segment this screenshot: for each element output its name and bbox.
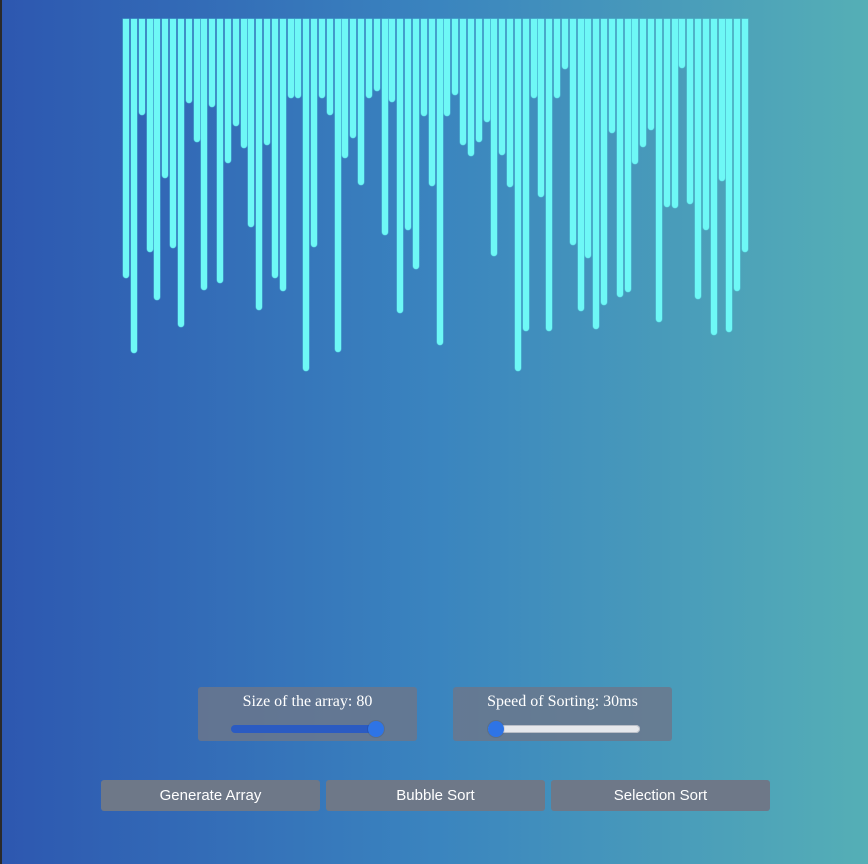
array-bar xyxy=(154,19,161,300)
array-size-value: 80 xyxy=(356,693,373,710)
array-bar xyxy=(342,19,349,158)
array-bar xyxy=(608,19,615,133)
array-bar xyxy=(679,19,686,68)
sort-speed-label-text: Speed of Sorting: xyxy=(487,693,600,710)
array-bar xyxy=(726,19,733,332)
array-bar xyxy=(710,19,717,335)
array-bar xyxy=(420,19,427,116)
array-bar xyxy=(428,19,435,186)
array-bar xyxy=(554,19,561,98)
array-bar xyxy=(663,19,670,207)
sort-speed-control: Speed of Sorting: 30ms xyxy=(453,687,672,741)
array-bar xyxy=(444,19,451,116)
array-bar xyxy=(271,19,278,278)
array-bar xyxy=(507,19,514,187)
array-bar xyxy=(538,19,545,197)
array-bar xyxy=(546,19,553,331)
array-bar xyxy=(601,19,608,305)
generate-array-button[interactable]: Generate Array xyxy=(101,780,320,811)
array-bar xyxy=(162,19,169,178)
array-bar xyxy=(123,19,129,278)
array-bar xyxy=(412,19,419,269)
array-bar xyxy=(695,19,702,299)
array-bar xyxy=(718,19,725,181)
array-bar xyxy=(146,19,153,252)
array-bar xyxy=(475,19,482,142)
array-bar xyxy=(326,19,333,115)
array-bar xyxy=(460,19,466,145)
array-bar xyxy=(483,19,490,122)
window-edge xyxy=(0,0,2,864)
array-bar xyxy=(687,19,694,204)
array-size-label: Size of the array: 80 xyxy=(198,693,417,711)
array-bar xyxy=(365,19,372,98)
array-bar xyxy=(655,19,662,322)
array-bar xyxy=(616,19,623,297)
array-bar xyxy=(530,19,537,98)
array-bar xyxy=(185,19,192,103)
sort-speed-label: Speed of Sorting: 30ms xyxy=(453,693,672,711)
array-bar xyxy=(232,19,239,126)
array-bar xyxy=(593,19,600,329)
array-bar xyxy=(561,19,568,69)
array-bar xyxy=(311,19,318,247)
array-bar xyxy=(318,19,325,98)
array-bar xyxy=(522,19,529,331)
array-bar xyxy=(499,19,506,155)
array-bar xyxy=(491,19,498,256)
array-bar xyxy=(671,19,678,208)
array-bar xyxy=(217,19,224,283)
array-bar xyxy=(279,19,286,291)
array-bar xyxy=(624,19,631,292)
array-bars-container xyxy=(123,19,750,379)
array-bar xyxy=(452,19,459,95)
array-size-slider-track[interactable] xyxy=(231,725,383,733)
array-bar xyxy=(209,19,216,107)
array-bar xyxy=(177,19,184,327)
array-bar xyxy=(569,19,576,245)
array-bar xyxy=(742,19,749,252)
array-bar xyxy=(467,19,474,156)
array-bar xyxy=(734,19,741,291)
array-bar xyxy=(224,19,231,163)
array-size-slider-thumb[interactable] xyxy=(368,721,384,737)
array-bar xyxy=(287,19,294,98)
array-bar xyxy=(248,19,255,227)
array-bar xyxy=(350,19,357,138)
array-bar xyxy=(193,19,200,142)
sort-speed-slider-track[interactable] xyxy=(488,725,640,733)
selection-sort-button[interactable]: Selection Sort xyxy=(551,780,770,811)
array-bar xyxy=(264,19,271,145)
array-bar xyxy=(514,19,521,371)
array-bar xyxy=(640,19,647,147)
array-bar xyxy=(632,19,639,164)
array-bar xyxy=(436,19,443,345)
array-bar xyxy=(577,19,584,311)
array-bar xyxy=(389,19,396,102)
sort-speed-slider-thumb[interactable] xyxy=(488,721,504,737)
array-bar xyxy=(138,19,145,115)
array-bar xyxy=(648,19,655,130)
array-bar xyxy=(201,19,208,290)
array-bar xyxy=(240,19,247,148)
array-bar xyxy=(405,19,412,230)
array-bar xyxy=(295,19,302,98)
array-bar xyxy=(702,19,709,230)
bubble-sort-button[interactable]: Bubble Sort xyxy=(326,780,545,811)
sort-speed-value: 30ms xyxy=(603,693,638,710)
array-bar xyxy=(381,19,388,235)
array-bar xyxy=(397,19,404,313)
array-bar xyxy=(334,19,341,352)
array-bar xyxy=(130,19,137,353)
array-size-label-text: Size of the array: xyxy=(242,693,353,710)
array-bar xyxy=(358,19,365,185)
array-bar xyxy=(170,19,177,248)
array-bar xyxy=(303,19,310,371)
array-bar xyxy=(256,19,263,310)
array-bar xyxy=(585,19,592,258)
array-size-control: Size of the array: 80 xyxy=(198,687,417,741)
array-bar xyxy=(373,19,380,91)
